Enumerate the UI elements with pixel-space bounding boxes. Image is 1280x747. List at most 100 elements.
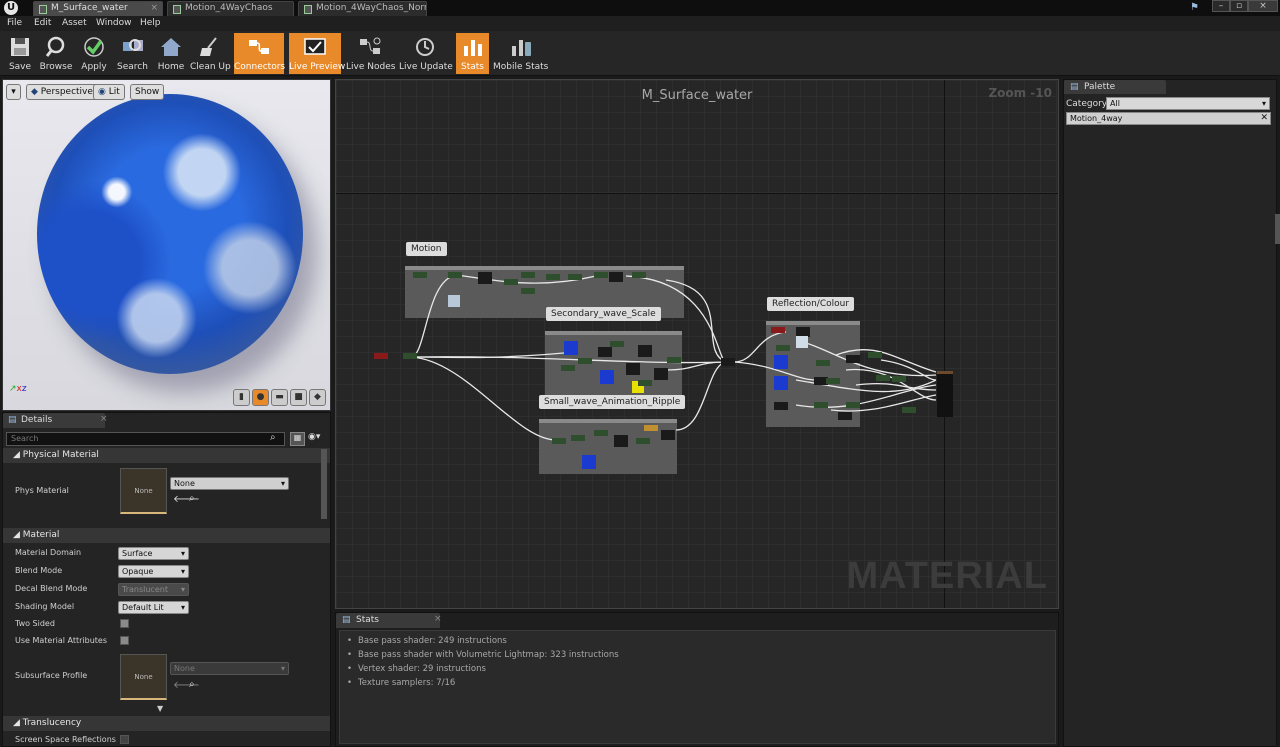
plane-preview-icon[interactable]: ▬ — [271, 389, 288, 406]
tab-motion-4waychaos[interactable]: Motion_4WayChaos — [167, 1, 294, 16]
details-tab[interactable]: ▤ Details — [3, 413, 105, 428]
right-edge-scrollbar[interactable] — [1275, 214, 1280, 244]
browse-button[interactable]: Browse — [38, 33, 74, 74]
comment-small-wave-animation-ripple[interactable]: Small_wave_Animation_Ripple — [539, 395, 686, 409]
live-update-icon — [416, 38, 434, 56]
close-tab-icon[interactable]: × — [150, 2, 158, 15]
section-translucency[interactable]: ◢ Translucency — [3, 716, 330, 731]
search-label: Search — [117, 62, 148, 72]
tab-m-surface-water[interactable]: M_Surface_water × — [33, 1, 163, 16]
stats-label: Stats — [461, 62, 484, 72]
phys-material-thumbnail[interactable]: None — [120, 468, 167, 514]
node-graph[interactable] — [336, 80, 1058, 608]
close-window-icon[interactable]: × — [1248, 0, 1278, 12]
stats-tab-label: Stats — [356, 615, 379, 625]
stats-tab[interactable]: ▤ Stats — [336, 613, 440, 628]
feedback-icon[interactable]: ⚑ — [1190, 2, 1199, 13]
clear-search-icon[interactable]: ✕ — [1260, 113, 1268, 124]
material-tab-icon — [173, 5, 181, 14]
material-preview-sphere[interactable] — [37, 94, 303, 374]
show-button[interactable]: Show — [130, 84, 165, 100]
view-options-icon[interactable]: ▦ — [290, 432, 305, 446]
palette-tab[interactable]: ▤ Palette — [1064, 80, 1166, 94]
live-nodes-button[interactable]: Live Nodes — [346, 33, 395, 74]
section-title: Translucency — [22, 718, 82, 728]
connectors-button[interactable]: Connectors — [234, 33, 286, 74]
custom-mesh-preview-icon[interactable]: ◆ — [309, 389, 326, 406]
mobile-stats-button[interactable]: Mobile Stats — [493, 33, 548, 74]
minimize-icon[interactable]: – — [1212, 0, 1230, 12]
details-scrollbar[interactable] — [321, 449, 327, 519]
subsurface-profile-picker[interactable]: None — [170, 662, 289, 675]
use-selected-arrow-icon[interactable]: 🡐 — [173, 679, 200, 691]
menu-help[interactable]: Help — [140, 16, 161, 31]
stats-icon — [463, 40, 482, 56]
title-bar: U M_Surface_water × Motion_4WayChaos Moti… — [0, 0, 1280, 16]
use-material-attributes-checkbox[interactable] — [120, 636, 129, 645]
menu-window[interactable]: Window — [96, 16, 132, 31]
perspective-button[interactable]: ◆ Perspective — [26, 84, 98, 100]
blend-mode-select[interactable]: Opaque — [118, 565, 189, 578]
toolbar: Save Browse Apply Search Home Clean Up C… — [0, 31, 1280, 76]
screen-space-reflections-label: Screen Space Reflections — [15, 735, 116, 744]
browse-asset-icon[interactable]: ⌕ — [189, 679, 195, 690]
category-select[interactable]: All — [1106, 97, 1270, 110]
subsurface-profile-label: Subsurface Profile — [15, 671, 88, 680]
sphere-preview-icon[interactable]: ● — [252, 389, 269, 406]
search-button[interactable]: Search — [115, 33, 150, 74]
preview-viewport[interactable]: ▾ ◆ Perspective ◉ Lit Show ↗xz ▮ ● ▬ ■ ◆ — [2, 79, 331, 411]
section-physical-material[interactable]: ◢ Physical Material — [3, 448, 330, 463]
connectors-label: Connectors — [234, 62, 286, 72]
two-sided-checkbox[interactable] — [120, 619, 129, 628]
screen-space-reflections-checkbox[interactable] — [120, 735, 129, 744]
material-domain-label: Material Domain — [15, 548, 82, 557]
search-icon[interactable]: ⌕ — [270, 432, 276, 443]
apply-label: Apply — [81, 62, 107, 72]
thumb-label: None — [134, 673, 153, 681]
cylinder-preview-icon[interactable]: ▮ — [233, 389, 250, 406]
menu-asset[interactable]: Asset — [62, 16, 87, 31]
decal-blend-mode-select[interactable]: Translucent — [118, 583, 189, 596]
comment-motion[interactable]: Motion — [406, 242, 447, 256]
home-label: Home — [157, 62, 185, 72]
stats-line: Base pass shader with Volumetric Lightma… — [347, 648, 619, 662]
home-icon — [161, 38, 181, 56]
apply-button[interactable]: Apply — [77, 33, 111, 74]
close-details-icon[interactable]: × — [100, 414, 108, 424]
lit-button[interactable]: ◉ Lit — [93, 84, 125, 100]
material-domain-select[interactable]: Surface — [118, 547, 189, 560]
cleanup-button[interactable]: Clean Up — [190, 33, 231, 74]
browse-asset-icon[interactable]: ⌕ — [189, 493, 195, 504]
cleanup-label: Clean Up — [190, 62, 231, 72]
home-button[interactable]: Home — [155, 33, 187, 74]
save-icon — [11, 38, 29, 56]
save-button[interactable]: Save — [3, 33, 37, 74]
perspective-icon: ◆ — [31, 87, 41, 97]
maximize-icon[interactable]: ▫ — [1230, 0, 1248, 12]
expand-advanced-icon[interactable]: ▼ — [157, 704, 163, 713]
use-selected-arrow-icon[interactable]: 🡐 — [173, 493, 200, 505]
shading-model-select[interactable]: Default Lit — [118, 601, 189, 614]
phys-material-picker[interactable]: None — [170, 477, 289, 490]
stats-panel: ▤ Stats × Base pass shader: 249 instructi… — [335, 612, 1059, 747]
live-update-button[interactable]: Live Update — [399, 33, 453, 74]
stats-button[interactable]: Stats — [456, 33, 489, 74]
material-graph-canvas[interactable]: M_Surface_water Zoom -10 MATERIAL Motion… — [335, 79, 1059, 609]
comment-secondary-wave-scale[interactable]: Secondary_wave_Scale — [546, 307, 661, 321]
comment-reflection-colour[interactable]: Reflection/Colour — [767, 297, 855, 311]
tab-motion-4waychaos-norm[interactable]: Motion_4WayChaos_Norm — [298, 1, 427, 16]
palette-search-input[interactable]: Motion_4way ✕ — [1066, 112, 1271, 125]
details-search-input[interactable]: Search — [6, 432, 285, 446]
subsurface-profile-thumbnail[interactable]: None — [120, 654, 167, 700]
tab-label: Motion_4WayChaos — [185, 3, 273, 13]
cleanup-icon — [200, 37, 217, 56]
menu-edit[interactable]: Edit — [34, 16, 51, 31]
viewport-options-dropdown[interactable]: ▾ — [6, 84, 21, 100]
live-preview-button[interactable]: Live Preview — [289, 33, 345, 74]
cube-preview-icon[interactable]: ■ — [290, 389, 307, 406]
eye-visibility-icon[interactable]: ◉▾ — [308, 432, 320, 442]
material-tab-icon — [304, 5, 312, 14]
close-stats-icon[interactable]: × — [434, 614, 442, 624]
section-material[interactable]: ◢ Material — [3, 528, 330, 543]
menu-file[interactable]: File — [7, 16, 22, 31]
